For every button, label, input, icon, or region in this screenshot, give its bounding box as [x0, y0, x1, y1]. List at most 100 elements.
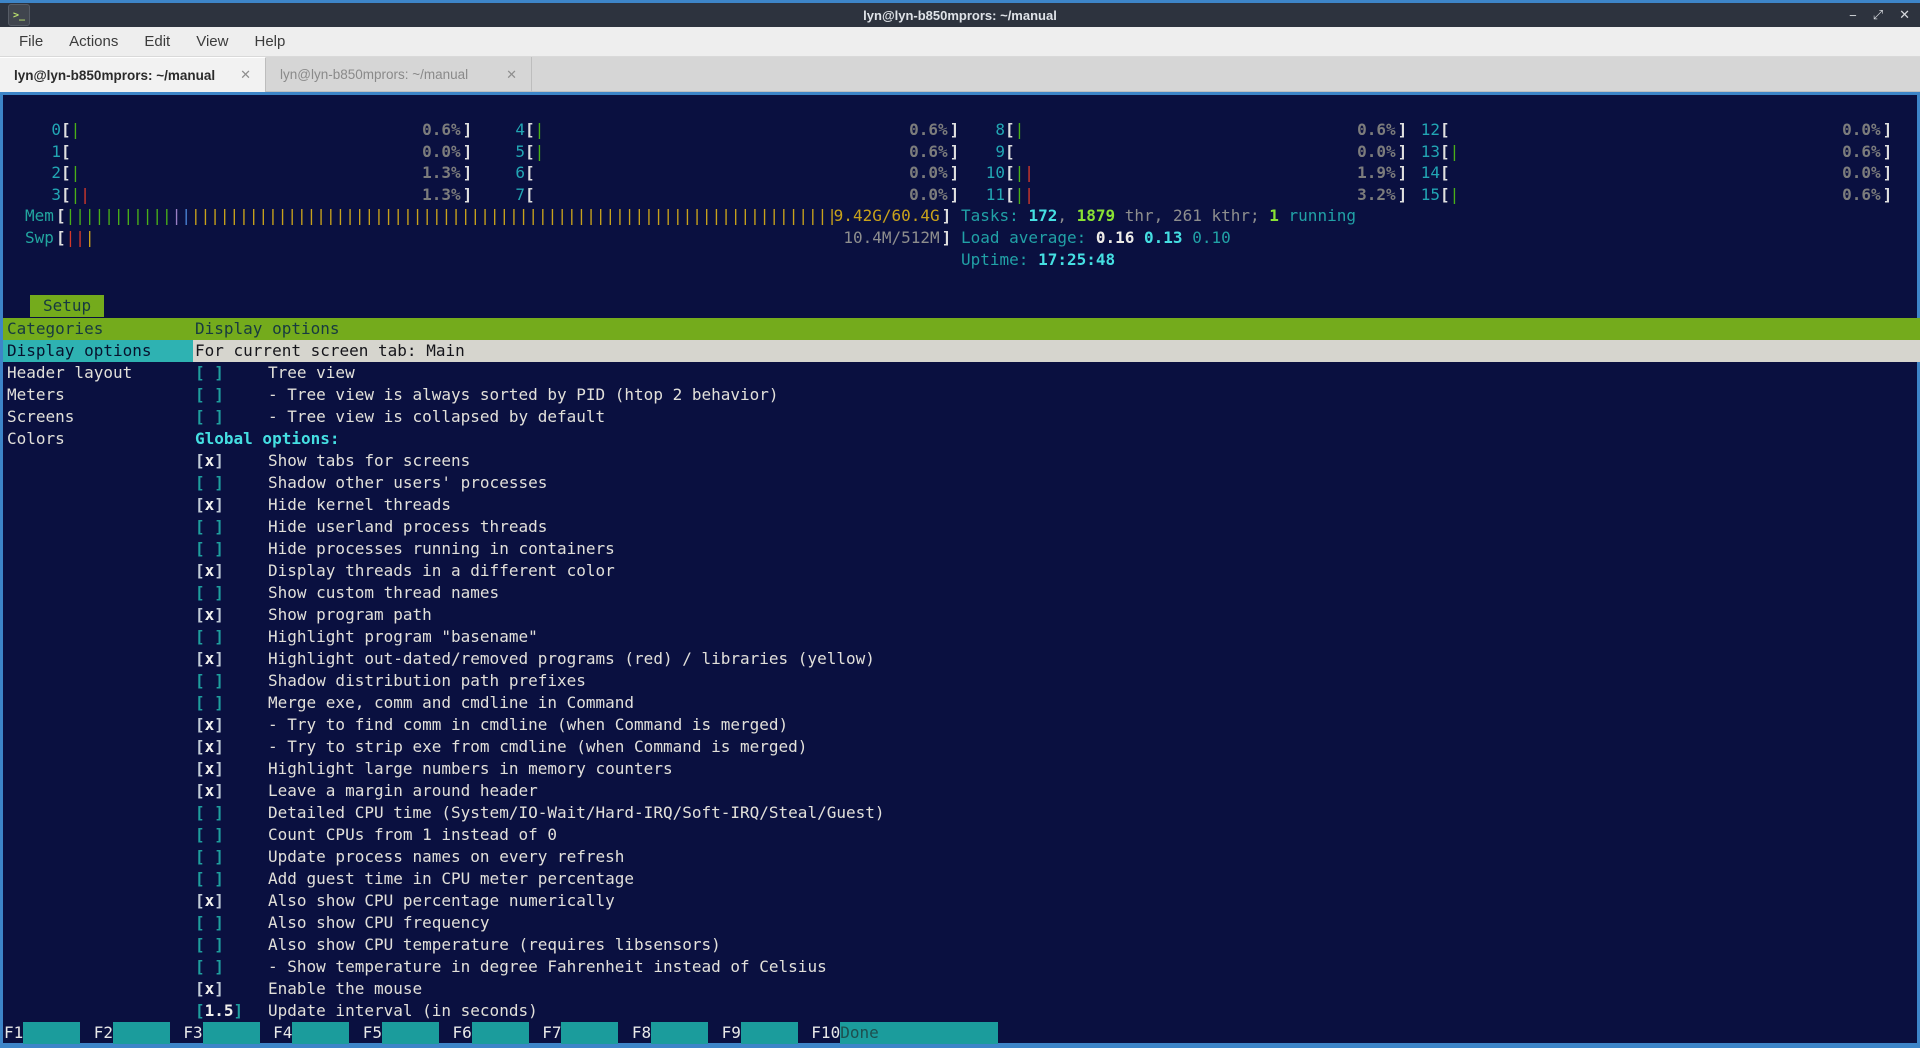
checkbox[interactable]: [x] — [195, 736, 268, 758]
option-checkbox-row[interactable]: [ ]Show custom thread names — [193, 582, 1920, 604]
checkbox[interactable]: [x] — [195, 604, 268, 626]
option-checkbox-row[interactable]: [ ]Also show CPU frequency — [193, 912, 1920, 934]
cpu-number: 13 — [1407, 141, 1440, 163]
menu-item-edit[interactable]: Edit — [131, 29, 183, 54]
fkey-f3[interactable]: F3 — [183, 1022, 259, 1044]
option-checkbox-row[interactable]: [ ]Add guest time in CPU meter percentag… — [193, 868, 1920, 890]
fkey-f9[interactable]: F9 — [722, 1022, 798, 1044]
checkbox[interactable]: [x] — [195, 714, 268, 736]
category-item-colors[interactable]: Colors — [3, 428, 193, 450]
fkey-f2[interactable]: F2 — [94, 1022, 170, 1044]
checkbox[interactable]: [ ] — [195, 670, 268, 692]
option-checkbox-row[interactable]: [x]- Try to find comm in cmdline (when C… — [193, 714, 1920, 736]
option-checkbox-row[interactable]: [ ]Also show CPU temperature (requires l… — [193, 934, 1920, 956]
terminal-tab-2[interactable]: lyn@lyn-b850mprors: ~/manual✕ — [266, 57, 532, 92]
option-checkbox-row[interactable]: [ ]Highlight program "basename" — [193, 626, 1920, 648]
fkey-label: F6 — [453, 1022, 472, 1044]
option-checkbox-row[interactable]: [ ]Merge exe, comm and cmdline in Comman… — [193, 692, 1920, 714]
menu-item-file[interactable]: File — [6, 29, 56, 54]
category-item-meters[interactable]: Meters — [3, 384, 193, 406]
checkbox[interactable]: [ ] — [195, 406, 268, 428]
number-field[interactable]: [1.5] — [195, 1000, 268, 1022]
checkbox[interactable]: [x] — [195, 780, 268, 802]
fkey-f5[interactable]: F5 — [363, 1022, 439, 1044]
category-item-screens[interactable]: Screens — [3, 406, 193, 428]
fkey-f1[interactable]: F1 — [4, 1022, 80, 1044]
category-item-header-layout[interactable]: Header layout — [3, 362, 193, 384]
terminal-viewport[interactable]: 0[|0.6%]1[0.0%]2[|1.3%]3[||1.3%]4[|0.6%]… — [0, 92, 1920, 1048]
option-label: - Try to find comm in cmdline (when Comm… — [268, 715, 788, 734]
close-button[interactable]: ✕ — [1899, 7, 1910, 23]
maximize-button[interactable]: ⤢ — [1873, 7, 1883, 23]
option-checkbox-row[interactable]: [x]Show tabs for screens — [193, 450, 1920, 472]
checkbox[interactable]: [ ] — [195, 868, 268, 890]
option-checkbox-row[interactable]: [x]Also show CPU percentage numerically — [193, 890, 1920, 912]
option-checkbox-row[interactable]: [ ]- Tree view is collapsed by default — [193, 406, 1920, 428]
option-checkbox-row[interactable]: [ ]Shadow distribution path prefixes — [193, 670, 1920, 692]
checkbox[interactable]: [ ] — [195, 956, 268, 978]
option-checkbox-row[interactable]: [ ]- Tree view is always sorted by PID (… — [193, 384, 1920, 406]
option-checkbox-row[interactable]: [ ]Hide processes running in containers — [193, 538, 1920, 560]
option-label: Shadow other users' processes — [268, 473, 547, 492]
option-checkbox-row[interactable]: [ ]Detailed CPU time (System/IO-Wait/Har… — [193, 802, 1920, 824]
checkbox[interactable]: [ ] — [195, 384, 268, 406]
checkbox[interactable]: [ ] — [195, 934, 268, 956]
option-checkbox-row[interactable]: [x]Highlight large numbers in memory cou… — [193, 758, 1920, 780]
checkbox[interactable]: [ ] — [195, 846, 268, 868]
option-number-row[interactable]: [1.5]Update interval (in seconds) — [193, 1000, 1920, 1022]
option-checkbox-row[interactable]: [x]Highlight out-dated/removed programs … — [193, 648, 1920, 670]
titlebar[interactable]: >_ lyn@lyn-b850mprors: ~/manual − ⤢ ✕ — [0, 3, 1920, 27]
menu-item-help[interactable]: Help — [241, 29, 298, 54]
option-checkbox-row[interactable]: [ ]Count CPUs from 1 instead of 0 — [193, 824, 1920, 846]
checkbox[interactable]: [ ] — [195, 824, 268, 846]
tab-close-icon[interactable]: ✕ — [236, 65, 255, 85]
checkbox[interactable]: [ ] — [195, 692, 268, 714]
tab-close-icon[interactable]: ✕ — [502, 65, 521, 85]
option-checkbox-row[interactable]: [x]Show program path — [193, 604, 1920, 626]
checkbox[interactable]: [x] — [195, 494, 268, 516]
minimize-button[interactable]: − — [1849, 8, 1857, 23]
option-checkbox-row[interactable]: [x]Display threads in a different color — [193, 560, 1920, 582]
checkbox[interactable]: [ ] — [195, 582, 268, 604]
option-checkbox-row[interactable]: [ ]Tree view — [193, 362, 1920, 384]
option-checkbox-row[interactable]: [x]Hide kernel threads — [193, 494, 1920, 516]
option-checkbox-row[interactable]: [ ]- Show temperature in degree Fahrenhe… — [193, 956, 1920, 978]
terminal-tab-1[interactable]: lyn@lyn-b850mprors: ~/manual✕ — [0, 57, 266, 92]
cpu-meter-10: 10[||1.9%] — [972, 162, 1407, 184]
fkey-f6[interactable]: F6 — [453, 1022, 529, 1044]
category-item-display-options[interactable]: Display options — [3, 340, 193, 362]
checkbox-mark: x — [205, 649, 215, 668]
cpu-meter-7: 7[0.0%] — [492, 184, 959, 206]
checkbox[interactable]: [ ] — [195, 538, 268, 560]
checkbox[interactable]: [x] — [195, 560, 268, 582]
fkey-f8[interactable]: F8 — [632, 1022, 708, 1044]
checkbox[interactable]: [ ] — [195, 802, 268, 824]
cpu-percent: 1.9% — [1357, 162, 1396, 184]
option-checkbox-row[interactable]: [x]Enable the mouse — [193, 978, 1920, 1000]
checkbox[interactable]: [x] — [195, 758, 268, 780]
fkey-caption — [741, 1022, 798, 1044]
menu-bar: FileActionsEditViewHelp — [0, 27, 1920, 57]
checkbox[interactable]: [ ] — [195, 626, 268, 648]
option-checkbox-row[interactable]: [ ]Hide userland process threads — [193, 516, 1920, 538]
option-checkbox-row[interactable]: [x]Leave a margin around header — [193, 780, 1920, 802]
checkbox[interactable]: [ ] — [195, 516, 268, 538]
checkbox[interactable]: [x] — [195, 978, 268, 1000]
option-checkbox-row[interactable]: [ ]Update process names on every refresh — [193, 846, 1920, 868]
fkey-f4[interactable]: F4 — [273, 1022, 349, 1044]
memory-meter: Mem[||||||||||||||||||||||||||||||||||||… — [25, 205, 951, 227]
checkbox[interactable]: [x] — [195, 648, 268, 670]
setup-screen-tab[interactable]: Setup — [30, 295, 104, 317]
option-checkbox-row[interactable]: [x]- Try to strip exe from cmdline (when… — [193, 736, 1920, 758]
fkey-f10[interactable]: F10Done — [811, 1022, 998, 1044]
checkbox[interactable]: [x] — [195, 890, 268, 912]
checkbox[interactable]: [ ] — [195, 472, 268, 494]
uptime: Uptime: 17:25:48 — [961, 249, 1115, 271]
checkbox[interactable]: [ ] — [195, 912, 268, 934]
option-checkbox-row[interactable]: [ ]Shadow other users' processes — [193, 472, 1920, 494]
fkey-f7[interactable]: F7 — [542, 1022, 618, 1044]
checkbox[interactable]: [ ] — [195, 362, 268, 384]
menu-item-actions[interactable]: Actions — [56, 29, 131, 54]
menu-item-view[interactable]: View — [183, 29, 241, 54]
checkbox[interactable]: [x] — [195, 450, 268, 472]
